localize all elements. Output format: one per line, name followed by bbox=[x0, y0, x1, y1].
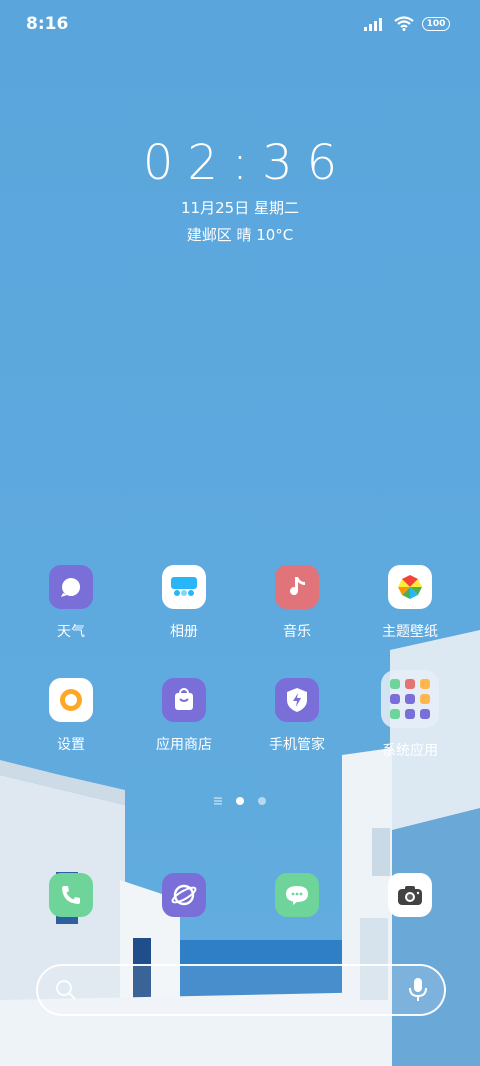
app-label: 主题壁纸 bbox=[382, 624, 438, 640]
settings-icon bbox=[49, 678, 93, 722]
clock-time: 02:36 bbox=[142, 135, 352, 191]
status-icons: 100 bbox=[364, 16, 450, 31]
app-weather[interactable]: 天气 bbox=[21, 565, 121, 641]
app-security[interactable]: 手机管家 bbox=[247, 678, 347, 754]
app-label: 手机管家 bbox=[269, 737, 325, 753]
battery-indicator: 100 bbox=[422, 16, 450, 31]
app-settings[interactable]: 设置 bbox=[21, 678, 121, 754]
clock-date: 11月25日 星期二 bbox=[181, 199, 299, 217]
app-label: 应用商店 bbox=[156, 737, 212, 753]
security-icon bbox=[275, 678, 319, 722]
clock-weather: 建邺区 晴 10°C bbox=[186, 226, 294, 244]
browser-icon bbox=[162, 873, 206, 917]
dock-messages[interactable] bbox=[247, 873, 347, 917]
dock-camera[interactable] bbox=[360, 873, 460, 917]
app-label: 系统应用 bbox=[382, 743, 438, 759]
app-label: 天气 bbox=[57, 624, 85, 640]
page-dot-active[interactable] bbox=[236, 797, 244, 805]
messages-icon bbox=[275, 873, 319, 917]
dock-phone[interactable] bbox=[21, 873, 121, 917]
app-label: 相册 bbox=[170, 624, 198, 640]
folder-icon bbox=[381, 670, 439, 728]
status-time: 8:16 bbox=[26, 14, 69, 34]
theme-icon bbox=[388, 565, 432, 609]
app-label: 设置 bbox=[57, 737, 85, 753]
search-icon bbox=[56, 980, 76, 1000]
app-gallery[interactable]: 相册 bbox=[134, 565, 234, 641]
app-store[interactable]: 应用商店 bbox=[134, 678, 234, 754]
page-list-icon[interactable] bbox=[214, 797, 222, 805]
dock-browser[interactable] bbox=[134, 873, 234, 917]
app-store-icon bbox=[162, 678, 206, 722]
clock-widget[interactable]: 02:36 11月25日 星期二 建邺区 晴 10°C bbox=[0, 135, 480, 245]
search-bar[interactable] bbox=[36, 964, 446, 1016]
app-folder-system[interactable]: 系统应用 bbox=[360, 670, 460, 760]
page-indicator[interactable] bbox=[0, 797, 480, 805]
phone-icon bbox=[49, 873, 93, 917]
microphone-icon[interactable] bbox=[408, 977, 428, 1003]
weather-icon bbox=[49, 565, 93, 609]
music-icon bbox=[275, 565, 319, 609]
wifi-icon bbox=[394, 16, 414, 31]
app-label: 音乐 bbox=[283, 624, 311, 640]
status-bar: 8:16 100 bbox=[0, 0, 480, 50]
app-music[interactable]: 音乐 bbox=[247, 565, 347, 641]
signal-icon bbox=[364, 17, 382, 31]
camera-icon bbox=[388, 873, 432, 917]
gallery-icon bbox=[162, 565, 206, 609]
app-theme[interactable]: 主题壁纸 bbox=[360, 565, 460, 641]
page-dot[interactable] bbox=[258, 797, 266, 805]
